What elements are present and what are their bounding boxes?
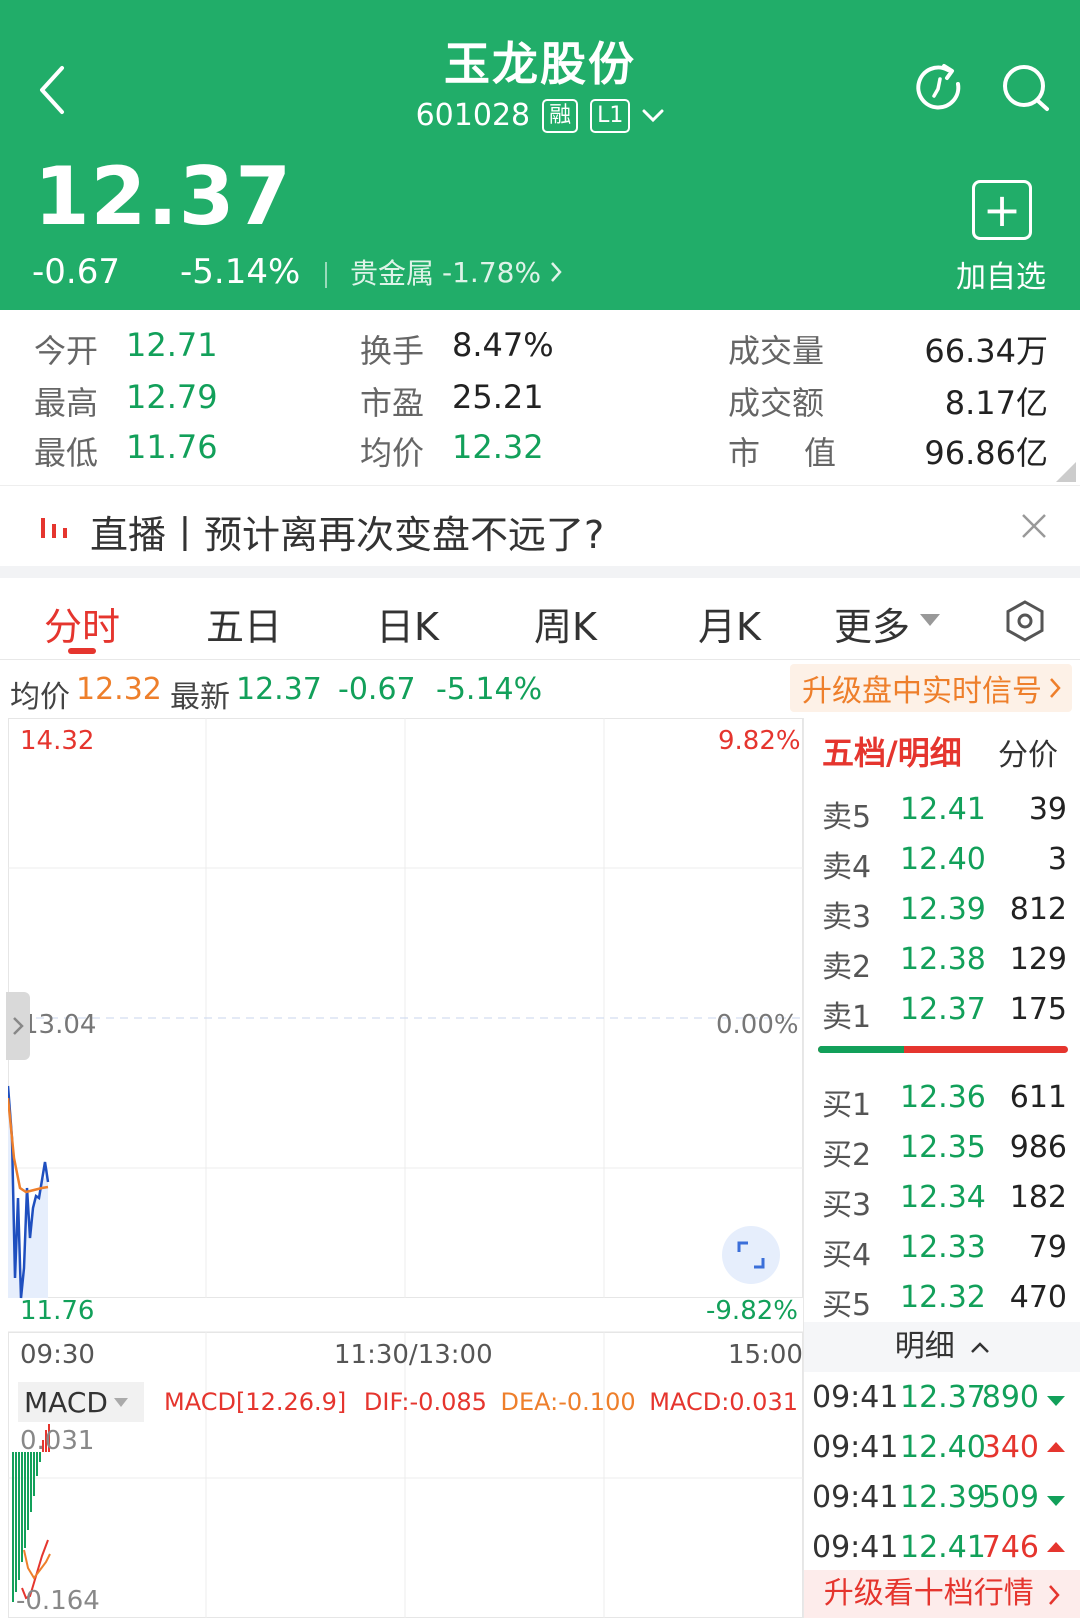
arrow-up-icon [1047,1542,1065,1552]
chevron-down-icon[interactable] [642,109,664,123]
axis-label-zero-pct: 0.00% [716,1010,799,1040]
buy-level-2: 买2 12.35 986 [822,1130,1067,1173]
macd-values: MACD[12.26.9] DIF:-0.085 DEA:-0.100 MACD… [164,1388,798,1416]
time-label-open: 09:30 [20,1340,95,1370]
settings-hexagon-icon[interactable] [1006,600,1044,642]
axis-label-low-pct: -9.82% [706,1296,798,1326]
sector-name: 贵金属 [350,257,435,290]
stat-amount: 成交额 8.17亿 [728,384,1048,422]
stock-header: 玉龙股份 601028 融 L1 12.37 -0.67 -5.14% 贵金属 … [0,0,1080,310]
sell-level-2: 卖2 12.38 129 [822,942,1067,985]
order-book-header: 五档/明细 分价 [804,718,1080,780]
sell-level-3: 卖3 12.39 812 [822,892,1067,935]
sell-level-5: 卖5 12.41 39 [822,792,1067,835]
time-label-noon: 11:30/13:00 [334,1340,493,1370]
dea-line [23,1549,51,1580]
active-tab-indicator [68,648,96,654]
add-watchlist-button[interactable]: + [972,180,1032,240]
stat-volume: 成交量 66.34万 [728,332,1048,370]
buy-level-5: 买5 12.32 470 [822,1280,1067,1323]
order-book-panel: 五档/明细 分价 卖5 12.41 39 卖4 12.40 3 卖3 12.39 812 卖… [803,718,1080,1618]
expand-corner-icon[interactable] [1056,462,1076,482]
live-banner[interactable]: 直播丨预计离再次变盘不远了? [0,486,1080,566]
tab-month-k[interactable]: 月K [698,596,761,651]
buy-sell-ratio-bar [818,1046,1068,1053]
chart-tabs: 分时 五日 日K 周K 月K 更多 [0,578,1080,660]
chevron-right-icon [551,262,562,282]
tab-day-k[interactable]: 日K [376,596,439,651]
axis-label-prev-close: 13.04 [22,1010,97,1040]
price-change: -0.67 [32,252,120,292]
tab-five-level[interactable]: 五档/明细 [822,728,962,774]
arrow-up-icon [1047,1442,1065,1452]
level-tag: L1 [590,98,631,133]
stat-open: 今开 12.71 [34,326,218,370]
refresh-icon[interactable] [914,62,966,114]
sell-level-1: 卖1 12.37 175 [822,992,1067,1035]
add-watchlist-label[interactable]: 加自选 [956,252,1046,296]
arrow-down-icon [1047,1396,1065,1406]
trade-row: 09:41 12.37 890 [804,1374,1080,1424]
chevron-up-icon [971,1341,990,1353]
stat-market-cap: 市值 96.86亿 [728,434,1048,472]
buy-level-1: 买1 12.36 611 [822,1080,1067,1123]
caret-down-icon [113,1397,128,1407]
intraday-chart[interactable] [8,718,803,1618]
search-icon[interactable] [1000,62,1052,114]
caret-down-icon[interactable] [920,614,940,626]
margin-tag: 融 [542,98,579,133]
tab-price-distribution[interactable]: 分价 [998,730,1058,774]
tab-more[interactable]: 更多 [834,596,910,651]
tab-five-day[interactable]: 五日 [206,596,282,651]
sell-level-4: 卖4 12.40 3 [822,842,1067,885]
stat-turnover: 换手 8.47% [360,326,554,370]
macd-axis-top: 0.031 [20,1426,95,1456]
live-bars-icon [41,518,67,538]
stock-code: 601028 [415,98,531,133]
quote-stats[interactable]: 今开 12.71 最高 12.79 最低 11.76 换手 8.47% 市盈 25.21 … [0,310,1080,486]
stat-high: 最高 12.79 [34,378,218,422]
tab-week-k[interactable]: 周K [534,596,597,651]
plus-icon: + [982,183,1022,237]
trades-toggle[interactable]: 明细 [804,1322,1080,1372]
buy-level-3: 买3 12.34 182 [822,1180,1067,1223]
close-icon[interactable] [1020,512,1048,540]
stat-low: 最低 11.76 [34,428,218,472]
price-change-pct: -5.14% [180,252,301,292]
sector-pct: -1.78% [442,255,542,289]
axis-label-high: 14.32 [20,726,95,756]
fullscreen-button[interactable] [722,1226,780,1284]
fullscreen-icon [737,1241,765,1269]
chevron-right-icon [1049,1584,1060,1605]
promo-signal-link[interactable]: 升级盘中实时信号 [790,664,1072,712]
stock-detail-screen: 玉龙股份 601028 融 L1 12.37 -0.67 -5.14% 贵金属 … [0,0,1080,1618]
trade-row: 09:41 12.41 746 [804,1524,1080,1574]
chevron-right-icon [1050,678,1061,698]
arrow-down-icon [1047,1496,1065,1506]
trade-row: 09:41 12.39 509 [804,1474,1080,1524]
buy-ratio-fill [818,1046,904,1053]
chevron-right-icon [13,1017,24,1035]
upgrade-ten-level-link[interactable]: 升级看十档行情 [804,1570,1080,1618]
axis-label-low: 11.76 [20,1296,95,1326]
stat-avg: 均价 12.32 [360,428,544,472]
trade-row: 09:41 12.40 340 [804,1424,1080,1474]
stat-pe: 市盈 25.21 [360,378,544,422]
live-text: 直播丨预计离再次变盘不远了? [90,513,605,557]
tab-intraday[interactable]: 分时 [44,596,120,651]
time-label-close: 15:00 [728,1340,803,1370]
collapse-handle[interactable] [6,992,30,1060]
section-gap [0,566,1080,578]
divider [325,262,327,288]
buy-level-4: 买4 12.33 79 [822,1230,1067,1273]
indicator-selector[interactable]: MACD [18,1382,144,1422]
macd-axis-bottom: -0.164 [16,1586,100,1616]
current-price: 12.37 [34,150,293,243]
sector-link[interactable]: 贵金属 -1.78% [350,252,563,292]
axis-label-high-pct: 9.82% [718,726,801,756]
